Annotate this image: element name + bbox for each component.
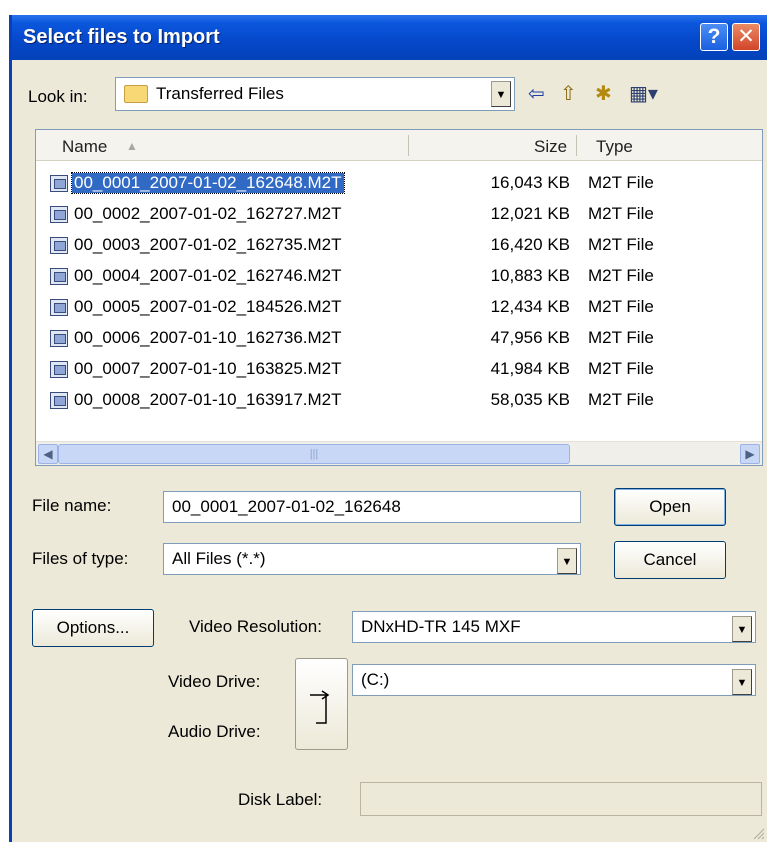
file-name-cell: 00_0007_2007-01-10_163825.M2T [74,359,342,378]
options-button[interactable]: Options... [32,609,154,647]
dropdown-arrow-icon[interactable]: ▼ [557,548,577,574]
open-button[interactable]: Open [614,488,726,526]
file-type-cell: M2T File [588,173,654,192]
video-file-icon [50,268,68,285]
video-file-icon [50,330,68,347]
file-name-cell: 00_0001_2007-01-02_162648.M2T [71,172,345,194]
file-row[interactable]: 00_0001_2007-01-02_162648.M2T 16,043 KB M2… [36,170,762,198]
video-drive-value: (C:) [361,670,390,689]
file-size-cell: 16,043 KB [490,173,570,192]
scroll-left-icon[interactable]: ◀ [38,444,58,464]
column-header-type[interactable]: Type [596,137,633,157]
video-drive-label: Video Drive: [168,672,261,691]
back-icon[interactable]: ⇦ [528,81,545,107]
file-size-cell: 58,035 KB [490,390,570,409]
video-resolution-dropdown[interactable]: DNxHD-TR 145 MXF ▼ [352,611,756,643]
file-list[interactable]: Name ▲ Size Type 00_0001_2007-01-02_1626… [35,129,763,466]
new-folder-icon[interactable]: ✱ [595,81,612,107]
up-folder-icon[interactable]: ⇧ [560,81,577,107]
column-divider[interactable] [408,135,409,156]
file-size-cell: 41,984 KB [490,359,570,378]
file-name-label: File name: [32,496,112,515]
dropdown-arrow-icon[interactable]: ▼ [491,81,511,107]
file-row[interactable]: 00_0003_2007-01-02_162735.M2T 16,420 KB M2… [36,232,762,260]
file-row[interactable]: 00_0006_2007-01-10_162736.M2T 47,956 KB M2… [36,325,762,353]
file-row[interactable]: 00_0008_2007-01-10_163917.M2T 58,035 KB M2… [36,387,762,415]
file-type-cell: M2T File [588,390,654,409]
dialog-title: Select files to Import [23,26,220,48]
resize-grip-icon[interactable] [751,826,765,840]
file-name-cell: 00_0005_2007-01-02_184526.M2T [74,297,342,316]
video-file-icon [50,392,68,409]
scroll-right-icon[interactable]: ▶ [740,444,760,464]
video-drive-dropdown[interactable]: (C:) ▼ [352,664,756,696]
file-row[interactable]: 00_0005_2007-01-02_184526.M2T 12,434 KB M2… [36,294,762,322]
video-resolution-label: Video Resolution: [189,617,322,636]
look-in-dropdown[interactable]: Transferred Files ▼ [115,77,515,111]
cancel-button[interactable]: Cancel [614,541,726,579]
video-file-icon [50,206,68,223]
column-header-size[interactable]: Size [534,137,567,157]
view-menu-icon[interactable]: ▦▾ [629,81,658,107]
files-of-type-dropdown[interactable]: All Files (*.*) ▼ [163,543,581,575]
sort-ascending-icon: ▲ [126,139,138,153]
audio-drive-label: Audio Drive: [168,722,261,741]
list-header: Name ▲ Size Type [36,130,762,161]
video-file-icon [50,175,68,192]
horizontal-scrollbar[interactable]: ◀ ||| ▶ [36,441,762,465]
file-size-cell: 12,021 KB [490,204,570,223]
file-name-cell: 00_0006_2007-01-10_162736.M2T [74,328,342,347]
dropdown-arrow-icon[interactable]: ▼ [732,669,752,695]
file-type-cell: M2T File [588,328,654,347]
file-name-cell: 00_0002_2007-01-02_162727.M2T [74,204,342,223]
scroll-thumb[interactable]: ||| [58,444,570,464]
file-name-value: 00_0001_2007-01-02_162648 [172,497,401,516]
file-name-cell: 00_0003_2007-01-02_162735.M2T [74,235,342,254]
close-button[interactable]: ✕ [732,23,760,51]
video-resolution-value: DNxHD-TR 145 MXF [361,617,521,636]
title-bar[interactable]: Select files to Import ? ✕ [12,15,767,60]
file-type-cell: M2T File [588,359,654,378]
file-name-cell: 00_0004_2007-01-02_162746.M2T [74,266,342,285]
file-size-cell: 12,434 KB [490,297,570,316]
files-of-type-label: Files of type: [32,549,129,568]
file-size-cell: 10,883 KB [490,266,570,285]
video-file-icon [50,237,68,254]
select-files-dialog: Select files to Import ? ✕ Look in: Tran… [9,15,767,842]
file-type-cell: M2T File [588,297,654,316]
folder-icon [124,85,148,103]
file-size-cell: 16,420 KB [490,235,570,254]
look-in-value: Transferred Files [156,84,284,103]
file-row[interactable]: 00_0007_2007-01-10_163825.M2T 41,984 KB M2… [36,356,762,384]
file-type-cell: M2T File [588,235,654,254]
disk-label-field [360,782,762,816]
file-name-input[interactable]: 00_0001_2007-01-02_162648 [163,491,581,523]
file-row[interactable]: 00_0004_2007-01-02_162746.M2T 10,883 KB M2… [36,263,762,291]
column-header-name[interactable]: Name [62,137,107,157]
video-file-icon [50,299,68,316]
link-drives-button[interactable] [295,658,348,750]
disk-label-label: Disk Label: [238,790,323,809]
video-file-icon [50,361,68,378]
file-type-cell: M2T File [588,204,654,223]
file-name-cell: 00_0008_2007-01-10_163917.M2T [74,390,342,409]
look-in-label: Look in: [28,87,88,106]
help-button[interactable]: ? [700,23,728,51]
file-row[interactable]: 00_0002_2007-01-02_162727.M2T 12,021 KB M2… [36,201,762,229]
file-type-cell: M2T File [588,266,654,285]
files-of-type-value: All Files (*.*) [172,549,266,568]
link-arrow-icon [310,690,330,724]
file-size-cell: 47,956 KB [490,328,570,347]
column-divider[interactable] [576,135,577,156]
dropdown-arrow-icon[interactable]: ▼ [732,616,752,642]
